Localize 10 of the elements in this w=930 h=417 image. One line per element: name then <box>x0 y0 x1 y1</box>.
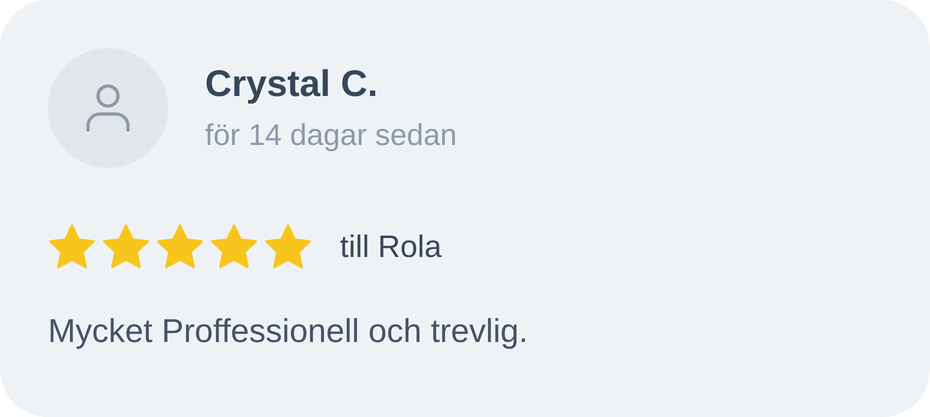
user-icon <box>84 82 132 134</box>
review-text: Mycket Proffessionell och trevlig. <box>48 312 529 350</box>
recipient-label: till Rola <box>340 229 442 265</box>
star-icon <box>48 224 96 270</box>
review-time: för 14 dagar sedan <box>205 119 457 153</box>
star-icon <box>102 224 150 270</box>
star-icon <box>264 224 312 270</box>
star-icon <box>156 224 204 270</box>
author-name: Crystal C. <box>205 63 379 105</box>
star-icon <box>210 224 258 270</box>
